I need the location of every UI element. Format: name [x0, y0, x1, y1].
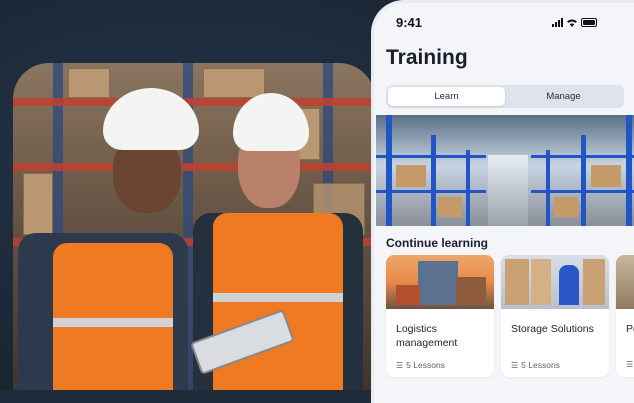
- course-name: Pe: [626, 323, 634, 335]
- list-icon: ☰: [626, 360, 634, 369]
- box-stack: [583, 259, 605, 305]
- shelf: [13, 98, 375, 106]
- hero-photo-warehouse-workers: [13, 63, 375, 390]
- warehouse-banner-image: [376, 115, 634, 226]
- course-meta: ☰ 5 Lessons: [511, 360, 599, 370]
- rack: [546, 150, 550, 226]
- lesson-count: 5 Lessons: [406, 360, 445, 370]
- course-name: Storage Solutions: [511, 323, 594, 335]
- lesson-count: 5 Lessons: [521, 360, 560, 370]
- list-icon: ☰: [511, 360, 519, 370]
- reflective-stripe: [213, 293, 343, 302]
- box: [554, 197, 578, 217]
- shelf: [13, 163, 375, 171]
- container-stack: [396, 285, 420, 305]
- safety-vest: [53, 243, 173, 390]
- course-name: Logistics management: [396, 323, 458, 349]
- course-thumbnail: [386, 255, 494, 309]
- tab-learn[interactable]: Learn: [388, 87, 505, 106]
- box-stack: [531, 259, 551, 305]
- box: [23, 173, 53, 235]
- aisle: [488, 155, 528, 226]
- course-thumbnail: [616, 255, 634, 309]
- worker-figure: [559, 265, 579, 305]
- tab-manage[interactable]: Manage: [505, 87, 622, 106]
- rack-beam: [531, 190, 634, 193]
- course-meta: ☰ 5 Lessons: [396, 360, 484, 370]
- wifi-icon: [567, 19, 577, 27]
- rack: [431, 135, 436, 226]
- course-meta: ☰: [626, 360, 634, 369]
- course-card[interactable]: Logistics management ☰ 5 Lessons: [386, 255, 494, 377]
- segmented-control: Learn Manage: [386, 85, 624, 108]
- status-time: 9:41: [396, 15, 423, 30]
- rack: [581, 135, 586, 226]
- list-icon: ☰: [396, 360, 404, 370]
- section-title: Continue learning: [386, 236, 488, 250]
- rack: [466, 150, 470, 226]
- rack-beam: [531, 155, 634, 158]
- course-carousel: Logistics management ☰ 5 Lessons Storage…: [386, 255, 634, 377]
- course-card[interactable]: Storage Solutions ☰ 5 Lessons: [501, 255, 609, 377]
- course-thumbnail: [501, 255, 609, 309]
- reflective-stripe: [53, 318, 173, 327]
- box: [438, 197, 462, 217]
- battery-icon: [581, 18, 597, 27]
- rack: [626, 115, 632, 226]
- box: [396, 165, 426, 187]
- box: [68, 68, 110, 98]
- status-icons: [552, 18, 597, 27]
- rack-beam: [376, 155, 486, 158]
- box: [591, 165, 621, 187]
- phone-screen: 9:41 Training Learn Manage Continue lear…: [374, 3, 634, 403]
- page-title: Training: [386, 46, 468, 69]
- container-stack: [418, 261, 458, 305]
- rack-beam: [376, 190, 486, 193]
- rack: [386, 115, 392, 226]
- container-stack: [456, 277, 486, 305]
- box: [203, 68, 265, 98]
- box-stack: [505, 259, 529, 305]
- signal-icon: [552, 18, 563, 27]
- course-card[interactable]: Pe ☰: [616, 255, 634, 377]
